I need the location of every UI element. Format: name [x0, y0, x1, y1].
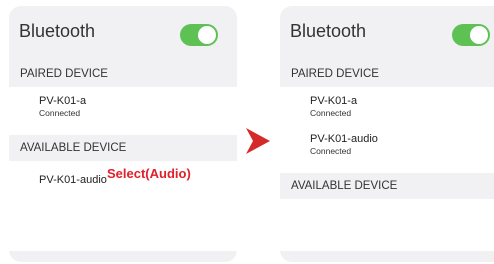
device-name: PV-K01-audio	[39, 174, 107, 186]
toggle-knob	[470, 26, 488, 44]
available-device-list	[280, 199, 494, 251]
device-status: Connected	[310, 108, 352, 118]
chevron-right-icon	[246, 128, 270, 154]
select-audio-annotation: Select(Audio)	[107, 166, 191, 181]
panel-title: Bluetooth	[19, 21, 96, 41]
device-name: PV-K01-a	[310, 95, 358, 107]
paired-device-item[interactable]: PV-K01-a Connected	[39, 95, 86, 118]
panel-title: Bluetooth	[290, 21, 367, 41]
device-status: Connected	[310, 146, 352, 156]
available-device-header: AVAILABLE DEVICE	[291, 180, 398, 192]
paired-device-list: PV-K01-a Connected	[9, 87, 237, 135]
paired-device-header: PAIRED DEVICE	[291, 68, 379, 80]
bluetooth-toggle[interactable]	[452, 24, 490, 46]
bluetooth-panel-after: Bluetooth PAIRED DEVICE PV-K01-a Connect…	[280, 6, 494, 262]
available-device-item[interactable]: PV-K01-audio	[39, 174, 107, 186]
paired-device-list: PV-K01-a Connected PV-K01-audio Connecte…	[280, 87, 494, 173]
paired-device-item[interactable]: PV-K01-a Connected	[310, 95, 357, 118]
device-name: PV-K01-a	[39, 95, 87, 107]
device-status: Connected	[39, 108, 81, 118]
toggle-knob	[198, 26, 216, 44]
paired-device-item[interactable]: PV-K01-audio Connected	[310, 133, 378, 156]
device-name: PV-K01-audio	[310, 133, 378, 145]
available-device-header: AVAILABLE DEVICE	[20, 142, 127, 154]
bluetooth-toggle[interactable]	[180, 24, 218, 46]
bluetooth-panel-before: Bluetooth PAIRED DEVICE PV-K01-a Connect…	[9, 6, 237, 262]
paired-device-header: PAIRED DEVICE	[20, 68, 108, 80]
